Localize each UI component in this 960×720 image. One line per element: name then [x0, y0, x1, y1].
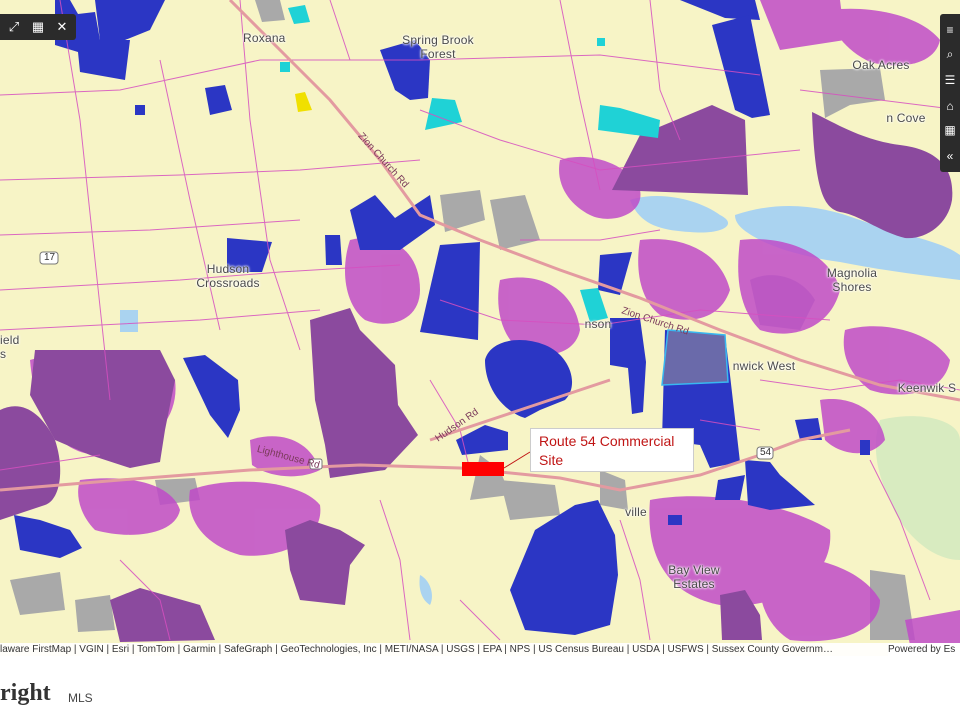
yellow-parcel [295, 92, 312, 112]
place-label-keenwik: Keenwik S [897, 381, 957, 395]
layers-icon[interactable]: ≡ [940, 20, 960, 40]
place-label-fenwick-west: nwick West [732, 359, 796, 373]
right-toolbar: ≡ ⌕ ☰ ⌂ ▦ « [940, 14, 960, 172]
logo-text: right [0, 680, 51, 706]
place-label-magnolia: Magnolia Shores [826, 266, 878, 294]
site-callout: Route 54 Commercial Site [530, 428, 694, 472]
place-label-spring-brook: Spring Brook Forest [402, 33, 474, 61]
powered-by[interactable]: Powered by Es [888, 643, 960, 656]
place-label-cove: n Cove [886, 111, 926, 125]
select-icon[interactable]: ▦ [28, 17, 48, 37]
place-label-hudson: Hudson Crossroads [196, 262, 260, 290]
road-label-route-54: 54 [760, 447, 772, 458]
place-label-nson: nson [584, 317, 612, 331]
place-label-ville: ville [625, 505, 647, 519]
expand-icon[interactable]: ⤢ [4, 17, 24, 37]
list-icon[interactable]: ☰ [940, 70, 960, 90]
grid-icon[interactable]: ▦ [940, 120, 960, 140]
left-toolbar: ⤢ ▦ ✕ [0, 14, 76, 40]
green-area [875, 416, 960, 560]
place-label-bay-view: Bay View Estates [668, 563, 720, 591]
map-layers [0, 0, 960, 645]
road-label-route-17: 17 [44, 252, 56, 263]
search-icon[interactable]: ⌕ [940, 44, 960, 64]
collapse-icon[interactable]: « [940, 146, 960, 166]
close-icon[interactable]: ✕ [52, 17, 72, 37]
attribution-text: laware FirstMap | VGIN | Esri | TomTom |… [0, 644, 833, 655]
home-icon[interactable]: ⌂ [940, 96, 960, 116]
site-callout-title: Route 54 Commercial Site [539, 433, 675, 468]
route-54-site[interactable] [462, 462, 504, 476]
map-canvas[interactable]: Roxana Spring Brook Forest Oak Acres n C… [0, 0, 960, 656]
attribution-bar: laware FirstMap | VGIN | Esri | TomTom |… [0, 643, 960, 656]
logo-suffix: MLS [68, 691, 93, 705]
place-label-roxana: Roxana [243, 31, 286, 45]
callout-leader [503, 451, 531, 469]
place-label-oak-acres: Oak Acres [852, 58, 910, 72]
place-label-field: ield s [0, 333, 20, 361]
residential-areas [30, 0, 960, 645]
slate-parcel [661, 329, 729, 386]
